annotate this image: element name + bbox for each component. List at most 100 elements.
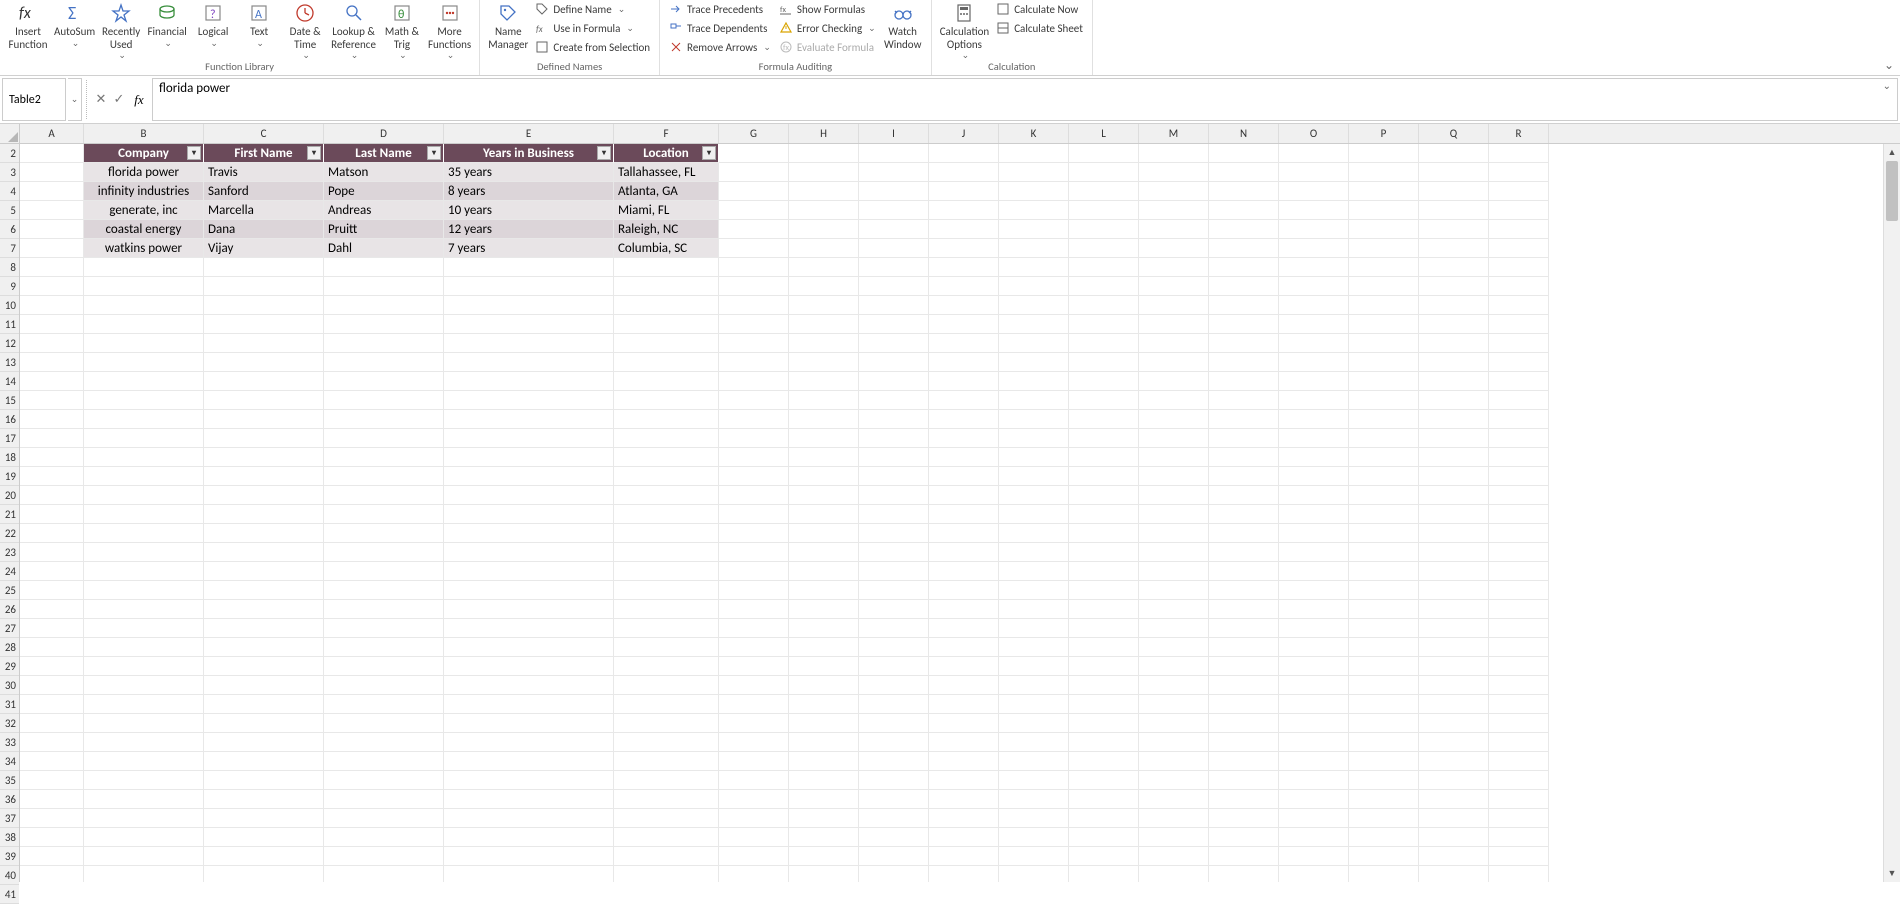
cell[interactable] (1419, 163, 1489, 182)
cell[interactable] (859, 771, 929, 790)
cell[interactable] (84, 695, 204, 714)
cell[interactable] (324, 505, 444, 524)
cell[interactable] (1069, 220, 1139, 239)
cell[interactable] (1279, 581, 1349, 600)
cell[interactable] (1489, 676, 1549, 695)
calculate-now-button[interactable]: Calculate Now (993, 0, 1086, 18)
cell[interactable] (20, 372, 84, 391)
cell[interactable] (789, 448, 859, 467)
cell[interactable] (1139, 600, 1209, 619)
cell[interactable] (1279, 372, 1349, 391)
cell[interactable] (999, 771, 1069, 790)
cell[interactable] (1349, 771, 1419, 790)
cell[interactable] (20, 220, 84, 239)
recently-used-button[interactable]: Recently Used⌄ (99, 0, 143, 62)
cell[interactable]: infinity industries (84, 182, 204, 201)
cell[interactable] (84, 448, 204, 467)
cell[interactable] (444, 847, 614, 866)
cell[interactable] (1279, 182, 1349, 201)
cell[interactable] (859, 676, 929, 695)
cell[interactable] (1489, 201, 1549, 220)
column-header-K[interactable]: K (999, 124, 1069, 143)
cell[interactable] (1139, 828, 1209, 847)
cell[interactable] (84, 657, 204, 676)
cell[interactable] (789, 600, 859, 619)
cell[interactable] (1069, 182, 1139, 201)
cell[interactable] (20, 239, 84, 258)
cell[interactable] (204, 372, 324, 391)
cell[interactable] (324, 467, 444, 486)
row-header[interactable]: 26 (0, 600, 19, 619)
cell[interactable] (1139, 296, 1209, 315)
row-header[interactable]: 24 (0, 562, 19, 581)
cell[interactable]: 8 years (444, 182, 614, 201)
cell[interactable] (1209, 619, 1279, 638)
cell[interactable] (1489, 277, 1549, 296)
cell[interactable] (1279, 467, 1349, 486)
cell[interactable] (1279, 790, 1349, 809)
cell[interactable] (999, 733, 1069, 752)
cell[interactable] (20, 277, 84, 296)
cell[interactable] (1279, 543, 1349, 562)
cell[interactable] (719, 524, 789, 543)
text-button[interactable]: A Text⌄ (237, 0, 281, 49)
cell[interactable] (444, 828, 614, 847)
cell[interactable] (1139, 771, 1209, 790)
cell[interactable] (1279, 277, 1349, 296)
cell[interactable] (204, 676, 324, 695)
cell[interactable] (719, 429, 789, 448)
cell[interactable] (1139, 429, 1209, 448)
cell[interactable] (1419, 562, 1489, 581)
cell[interactable] (719, 676, 789, 695)
cell[interactable] (1209, 144, 1279, 163)
cell[interactable] (1069, 163, 1139, 182)
cell[interactable]: Raleigh, NC (614, 220, 719, 239)
row-header[interactable]: 29 (0, 657, 19, 676)
column-header-F[interactable]: F (614, 124, 719, 143)
cell[interactable] (929, 714, 999, 733)
cell[interactable] (1209, 866, 1279, 882)
cell[interactable] (614, 771, 719, 790)
cell[interactable]: 7 years (444, 239, 614, 258)
cell[interactable] (84, 505, 204, 524)
cell[interactable] (789, 353, 859, 372)
scroll-down-button[interactable]: ▼ (1884, 865, 1900, 882)
cell[interactable] (719, 638, 789, 657)
cell[interactable] (859, 619, 929, 638)
column-header-J[interactable]: J (929, 124, 999, 143)
cell[interactable] (204, 296, 324, 315)
cell[interactable] (1419, 258, 1489, 277)
cell[interactable] (324, 714, 444, 733)
cell[interactable] (1209, 638, 1279, 657)
cell[interactable] (929, 581, 999, 600)
cell[interactable] (859, 600, 929, 619)
trace-dependents-button[interactable]: Trace Dependents (666, 19, 774, 37)
cell[interactable] (324, 619, 444, 638)
cell[interactable] (204, 657, 324, 676)
cell[interactable] (324, 315, 444, 334)
cell[interactable] (204, 410, 324, 429)
cell[interactable] (929, 353, 999, 372)
cell[interactable] (1209, 182, 1279, 201)
scroll-up-button[interactable]: ▲ (1884, 144, 1900, 161)
cell[interactable] (84, 733, 204, 752)
cell[interactable] (929, 562, 999, 581)
cell[interactable] (719, 657, 789, 676)
cell[interactable] (719, 163, 789, 182)
cell[interactable] (324, 828, 444, 847)
cell[interactable] (789, 638, 859, 657)
cell[interactable] (1279, 410, 1349, 429)
cell[interactable] (1209, 847, 1279, 866)
cell[interactable] (929, 391, 999, 410)
cell[interactable] (84, 467, 204, 486)
cell[interactable] (1279, 201, 1349, 220)
cell[interactable] (1419, 619, 1489, 638)
cell[interactable] (1489, 258, 1549, 277)
cell[interactable] (929, 847, 999, 866)
cell[interactable] (1069, 372, 1139, 391)
cell[interactable] (444, 657, 614, 676)
cell[interactable] (614, 505, 719, 524)
cell[interactable] (999, 410, 1069, 429)
cell[interactable] (999, 562, 1069, 581)
cell[interactable] (1419, 714, 1489, 733)
